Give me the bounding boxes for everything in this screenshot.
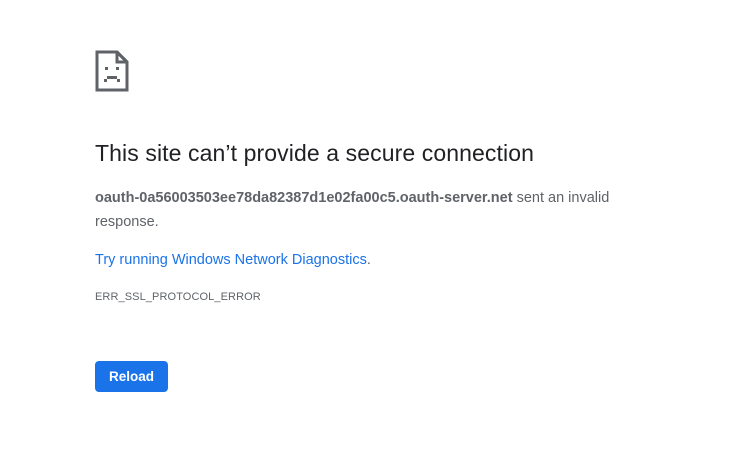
host-name: oauth-0a56003503ee78da82387d1e02fa00c5.o… bbox=[95, 190, 513, 206]
diagnostics-link-wrapper: Try running Windows Network Diagnostics. bbox=[95, 249, 371, 271]
reload-button[interactable]: Reload bbox=[95, 361, 168, 392]
page-title: This site can’t provide a secure connect… bbox=[95, 140, 534, 166]
sad-document-icon bbox=[95, 50, 129, 92]
diagnostics-period: . bbox=[366, 252, 371, 268]
error-summary: oauth-0a56003503ee78da82387d1e02fa00c5.o… bbox=[95, 186, 650, 234]
network-diagnostics-link[interactable]: Try running Windows Network Diagnostics bbox=[95, 252, 367, 268]
error-code: ERR_SSL_PROTOCOL_ERROR bbox=[95, 291, 261, 303]
